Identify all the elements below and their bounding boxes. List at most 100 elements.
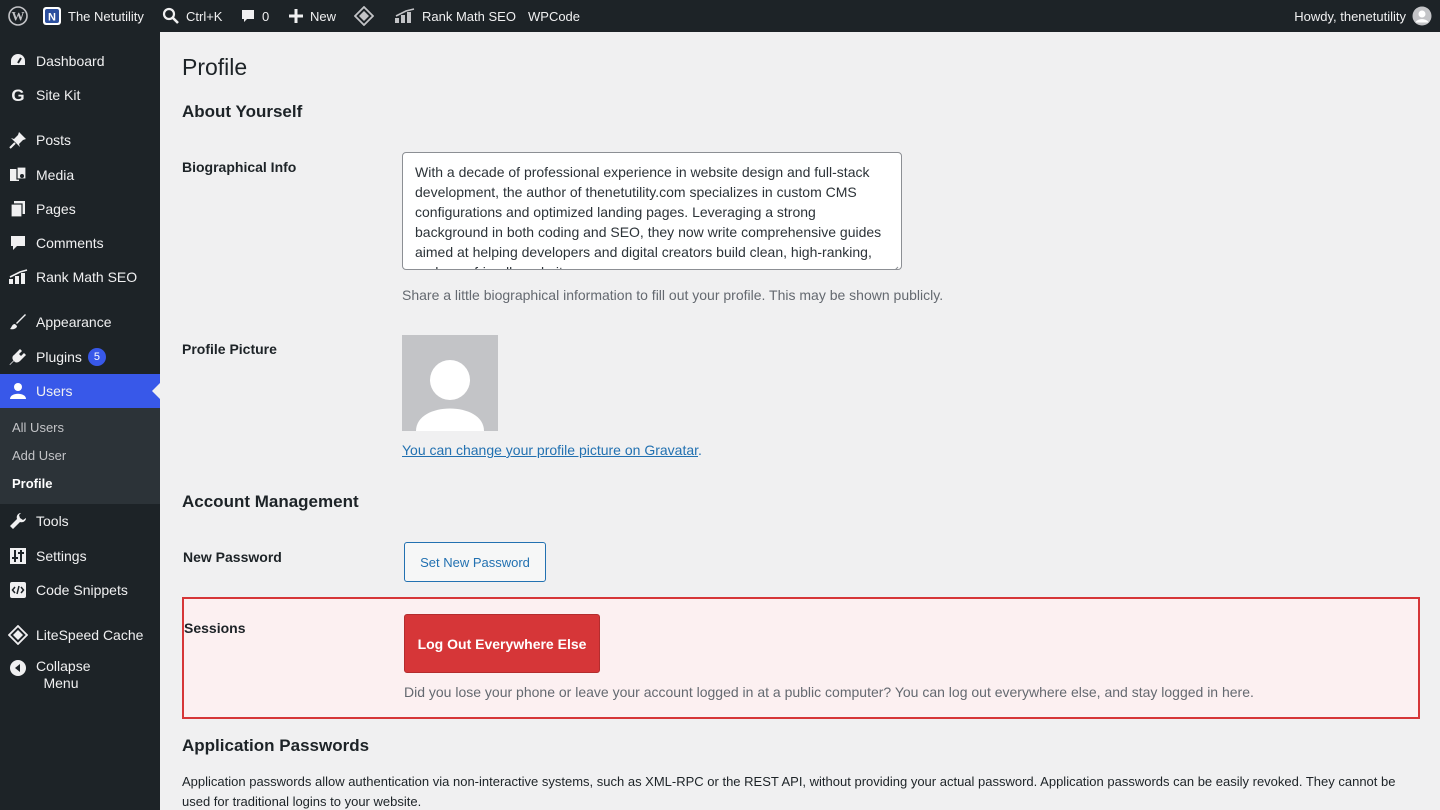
media-icon xyxy=(0,166,36,184)
sidebar-item-media[interactable]: Media xyxy=(0,158,160,192)
rank-math-label: Rank Math SEO xyxy=(422,8,516,24)
sessions-label: Sessions xyxy=(184,620,246,636)
sidebar-item-tools[interactable]: Tools xyxy=(0,504,160,538)
wordpress-logo-button[interactable]: W xyxy=(8,0,28,32)
log-out-everywhere-button[interactable]: Log Out Everywhere Else xyxy=(404,614,600,673)
bio-textarea[interactable]: With a decade of professional experience… xyxy=(402,152,902,270)
new-content-button[interactable]: New xyxy=(288,0,336,32)
rank-math-icon xyxy=(394,8,416,24)
sidebar-item-settings[interactable]: Settings xyxy=(0,539,160,573)
new-label: New xyxy=(310,8,337,24)
admin-sidebar: Dashboard G Site Kit Posts Media Pages C… xyxy=(0,32,160,810)
plugins-update-badge: 5 xyxy=(87,348,106,366)
sessions-highlight-box xyxy=(182,597,1420,719)
bio-description: Share a little biographical information … xyxy=(402,287,944,303)
litespeed-bar-button[interactable] xyxy=(354,0,374,32)
sidebar-item-label: Settings xyxy=(36,548,87,564)
sidebar-item-label: Plugins xyxy=(36,349,82,365)
avatar-icon xyxy=(1412,6,1432,26)
sidebar-item-pages[interactable]: Pages xyxy=(0,192,160,226)
search-shortcut-label: Ctrl+K xyxy=(186,8,223,24)
avatar xyxy=(402,335,498,431)
app-passwords-description: Application passwords allow authenticati… xyxy=(182,774,1396,809)
comments-count: 0 xyxy=(262,8,270,24)
submenu-item-profile[interactable]: Profile xyxy=(12,476,52,491)
sidebar-item-litespeed-cache[interactable]: LiteSpeed Cache xyxy=(0,618,160,652)
site-logo-icon: N xyxy=(42,6,62,26)
diamond-icon xyxy=(354,6,374,26)
sidebar-item-dashboard[interactable]: Dashboard xyxy=(0,44,160,78)
sidebar-item-label: Rank Math SEO xyxy=(36,269,138,285)
wordpress-icon: W xyxy=(8,6,28,26)
wpcode-link[interactable]: WPCode xyxy=(528,0,580,32)
sidebar-item-rank-math-seo[interactable]: Rank Math SEO xyxy=(0,260,160,294)
svg-text:N: N xyxy=(48,12,56,24)
sidebar-item-appearance[interactable]: Appearance xyxy=(0,305,160,339)
sidebar-item-plugins[interactable]: Plugins 5 xyxy=(0,340,160,374)
wrench-icon xyxy=(0,512,36,530)
submenu-item-all-users[interactable]: All Users xyxy=(12,420,64,435)
search-icon xyxy=(162,7,180,25)
sidebar-item-label: Posts xyxy=(36,132,72,148)
dashboard-icon xyxy=(0,52,36,70)
svg-text:W: W xyxy=(12,9,25,24)
my-account-menu[interactable]: Howdy, thenetutility xyxy=(1294,0,1432,32)
pages-icon xyxy=(0,200,36,218)
sidebar-item-label: Appearance xyxy=(36,314,112,330)
howdy-text: Howdy, thenetutility xyxy=(1294,8,1406,24)
sidebar-item-label: Code Snippets xyxy=(36,582,128,598)
sidebar-item-label: Tools xyxy=(36,513,69,529)
sidebar-item-label: Dashboard xyxy=(36,53,105,69)
users-submenu: All Users Add User Profile xyxy=(0,408,160,504)
plugin-icon xyxy=(0,348,36,366)
plus-icon xyxy=(288,8,304,24)
page-title: Profile xyxy=(182,54,248,80)
brush-icon xyxy=(0,313,36,331)
bio-textarea-value: With a decade of professional experience… xyxy=(415,164,882,269)
sidebar-item-users[interactable]: Users xyxy=(0,374,160,408)
admin-bar: W N The Netutility Ctrl+K 0 New Rank Mat… xyxy=(0,0,1440,32)
sidebar-item-label: Media xyxy=(36,167,75,183)
collapse-menu-button[interactable]: Collapse Menu xyxy=(0,658,160,702)
chart-icon xyxy=(0,269,36,285)
profile-picture-label: Profile Picture xyxy=(182,341,277,357)
comment-icon xyxy=(240,8,256,24)
resize-handle-icon[interactable] xyxy=(891,259,899,269)
sidebar-item-label: Users xyxy=(36,383,73,399)
sidebar-item-label: Pages xyxy=(36,201,76,217)
set-new-password-button[interactable]: Set New Password xyxy=(404,542,546,582)
sidebar-item-posts[interactable]: Posts xyxy=(0,123,160,157)
sessions-description: Did you lose your phone or leave your ac… xyxy=(404,684,1254,700)
default-avatar-icon xyxy=(416,360,484,431)
comments-link[interactable]: 0 xyxy=(240,0,269,32)
bio-label: Biographical Info xyxy=(182,159,297,175)
pin-icon xyxy=(0,131,36,149)
sidebar-item-label: LiteSpeed Cache xyxy=(36,627,144,643)
sidebar-item-comments[interactable]: Comments xyxy=(0,226,160,260)
svg-text:G: G xyxy=(11,86,24,104)
gravatar-text: You can change your profile picture on G… xyxy=(402,442,702,458)
wpcode-label: WPCode xyxy=(528,8,581,24)
command-search-button[interactable]: Ctrl+K xyxy=(162,0,222,32)
site-name: The Netutility xyxy=(68,8,144,24)
sidebar-item-label: Site Kit xyxy=(36,87,81,103)
main-content: Profile About Yourself Biographical Info… xyxy=(160,32,1440,810)
sliders-icon xyxy=(0,547,36,565)
diamond-icon xyxy=(0,625,36,645)
sidebar-item-code-snippets[interactable]: Code Snippets xyxy=(0,573,160,607)
code-icon xyxy=(0,581,36,599)
submenu-item-add-user[interactable]: Add User xyxy=(12,448,66,463)
user-icon xyxy=(0,382,36,400)
rank-math-bar-link[interactable]: Rank Math SEO xyxy=(394,0,516,32)
sidebar-item-label: Comments xyxy=(36,235,104,251)
new-password-label: New Password xyxy=(183,549,282,565)
site-name-link[interactable]: N The Netutility xyxy=(42,0,144,32)
section-heading-about: About Yourself xyxy=(182,102,303,121)
section-heading-app-passwords: Application Passwords xyxy=(182,736,370,755)
sidebar-item-label: Collapse Menu xyxy=(36,658,91,691)
google-icon: G xyxy=(0,86,36,104)
comment-icon xyxy=(0,234,36,252)
gravatar-link[interactable]: You can change your profile picture on G… xyxy=(402,442,698,458)
section-heading-account: Account Management xyxy=(182,492,359,511)
sidebar-item-site-kit[interactable]: G Site Kit xyxy=(0,78,160,112)
